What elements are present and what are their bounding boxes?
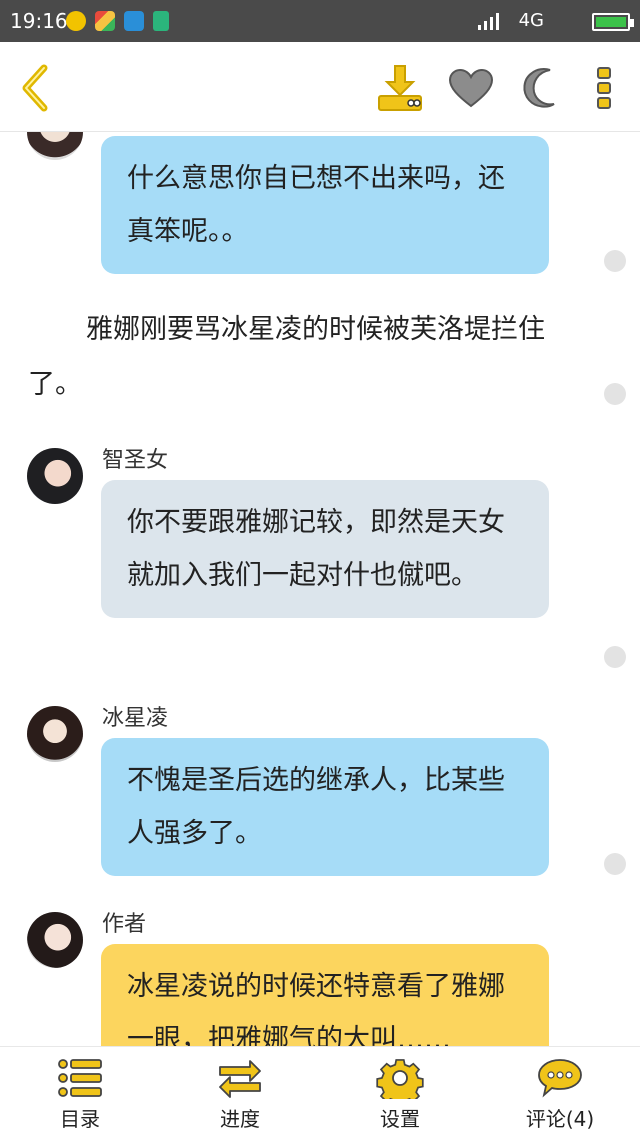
status-time: 19:16 xyxy=(10,9,68,33)
paragraph-comment-dot[interactable] xyxy=(604,853,626,875)
narration-paragraph: 雅娜刚要骂冰星凌的时候被芙洛堤拦住了。 xyxy=(28,314,545,400)
night-mode-button[interactable] xyxy=(514,60,570,116)
reader-toolbar xyxy=(0,42,640,132)
battery-icon xyxy=(592,13,634,31)
chat-content: 什么意思你自已想不出来吗，还真笨呢。。 雅娜刚要骂冰星凌的时候被芙洛堤拦住了。 … xyxy=(0,132,640,1046)
message-bubble: 你不要跟雅娜记较，即然是天女就加入我们一起对什也僦吧。 xyxy=(101,480,549,618)
network-type: 4G xyxy=(518,10,544,31)
paragraph-comment-dot[interactable] xyxy=(604,646,626,668)
message-bubble: 冰星凌说的时候还特意看了雅娜一眼，把雅娜气的大叫…… xyxy=(101,944,549,1046)
nav-label: 评论(4) xyxy=(525,1107,595,1131)
favorite-button[interactable] xyxy=(443,60,499,116)
signal-icon xyxy=(478,13,499,30)
message-bubble: 什么意思你自已想不出来吗，还真笨呢。。 xyxy=(101,136,549,274)
status-bar: 19:16 4G xyxy=(0,0,640,42)
screenshot-icon xyxy=(124,11,144,31)
speaker-name: 智圣女 xyxy=(102,448,169,473)
nav-comments[interactable]: 评论(4) xyxy=(480,1047,640,1138)
nav-label: 设置 xyxy=(380,1107,420,1131)
avatar[interactable] xyxy=(27,448,83,504)
download-button[interactable] xyxy=(372,60,428,116)
speaker-name: 作者 xyxy=(102,912,147,937)
comment-icon xyxy=(538,1059,582,1098)
download-icon xyxy=(378,65,422,111)
paragraph-comment-dot[interactable] xyxy=(604,383,626,405)
nav-label: 目录 xyxy=(60,1107,100,1131)
back-button[interactable] xyxy=(8,60,64,116)
nav-label: 进度 xyxy=(220,1107,260,1131)
lock-icon xyxy=(153,11,169,31)
list-icon xyxy=(58,1059,102,1097)
nav-catalog[interactable]: 目录 xyxy=(0,1047,160,1138)
avatar[interactable] xyxy=(27,706,83,762)
bottom-nav: 目录 进度 设置 评论(4) xyxy=(0,1046,640,1138)
more-button[interactable] xyxy=(576,60,632,116)
speaker-name: 冰星凌 xyxy=(102,706,169,731)
avatar[interactable] xyxy=(27,132,83,160)
heart-icon xyxy=(448,68,494,108)
nav-progress[interactable]: 进度 xyxy=(160,1047,320,1138)
app-notification-icon-2 xyxy=(95,11,115,31)
paragraph-comment-dot[interactable] xyxy=(604,250,626,272)
message-bubble: 不愧是圣后选的继承人，比某些人强多了。 xyxy=(101,738,549,876)
more-icon xyxy=(597,67,611,109)
nav-settings[interactable]: 设置 xyxy=(320,1047,480,1138)
avatar[interactable] xyxy=(27,912,83,968)
back-icon xyxy=(22,64,48,112)
progress-arrows-icon xyxy=(219,1060,261,1098)
moon-icon xyxy=(523,68,555,108)
settings-gear-icon xyxy=(376,1059,424,1099)
app-notification-icon-1 xyxy=(66,11,86,31)
